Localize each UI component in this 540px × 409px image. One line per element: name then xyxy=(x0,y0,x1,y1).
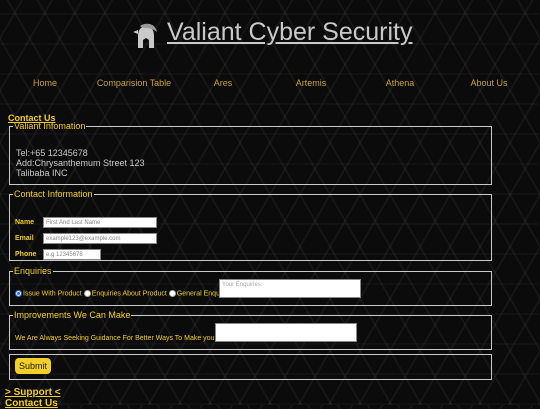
email-label: Email xyxy=(15,235,34,242)
phone-input[interactable]: e.g 12345678 xyxy=(43,249,101,260)
phone-label: Phone xyxy=(15,251,37,258)
nav-ares[interactable]: Ares xyxy=(214,78,233,88)
address-text: Add:Chrysanthemum Street 123 xyxy=(16,158,145,168)
submit-fieldset xyxy=(9,354,492,380)
nav-comparision-table[interactable]: Comparision Table xyxy=(97,78,171,88)
submit-button[interactable]: Submit xyxy=(15,358,51,374)
spartan-helmet-icon[interactable] xyxy=(130,22,160,52)
nav-about-us[interactable]: About Us xyxy=(470,78,507,88)
contact-info-legend: Contact Information xyxy=(14,189,93,199)
site-header: Valiant Cyber Security xyxy=(0,0,540,70)
enquiries-textarea[interactable]: Your Enquiries: xyxy=(219,279,361,298)
improvements-legend: Improvements We Can Make xyxy=(14,310,131,320)
improvements-textarea[interactable] xyxy=(215,323,357,342)
nav-artemis[interactable]: Artemis xyxy=(296,78,327,88)
main-nav: Home Comparision Table Ares Artemis Athe… xyxy=(0,78,540,92)
nav-athena[interactable]: Athena xyxy=(386,78,415,88)
name-label: Name xyxy=(15,219,35,226)
radio-issue-with-product[interactable] xyxy=(15,290,22,297)
valiant-info-legend: Valiant Infomation xyxy=(14,121,86,131)
radio-label-issue: Issue With Product xyxy=(23,290,82,298)
tel-text: Tel:+65 12345678 xyxy=(16,148,88,158)
radio-enquiries-about-product[interactable] xyxy=(83,290,91,297)
radio-label-about: Enquiries About Product xyxy=(91,290,167,298)
radio-general-enquiries[interactable] xyxy=(168,290,176,297)
support-link[interactable]: > Support < xyxy=(5,387,61,398)
footer-contact-link[interactable]: Contact Us xyxy=(5,398,58,409)
contact-info-fieldset: Contact Information Name First And Last … xyxy=(9,189,492,261)
enquiry-radio-group: Issue With Product Enquiries About Produ… xyxy=(15,290,233,297)
name-input[interactable]: First And Last Name xyxy=(43,217,157,228)
company-text: Talibaba INC xyxy=(16,168,68,178)
nav-home[interactable]: Home xyxy=(33,78,57,88)
brand-title[interactable]: Valiant Cyber Security xyxy=(167,18,412,47)
valiant-info-fieldset: Valiant Infomation Tel:+65 12345678 Add:… xyxy=(9,121,492,185)
email-input[interactable]: example123@example.com xyxy=(43,233,157,244)
enquiries-legend: Enquiries xyxy=(14,266,52,276)
improvements-text: We Are Always Seeking Guidance For Bette… xyxy=(15,335,232,342)
